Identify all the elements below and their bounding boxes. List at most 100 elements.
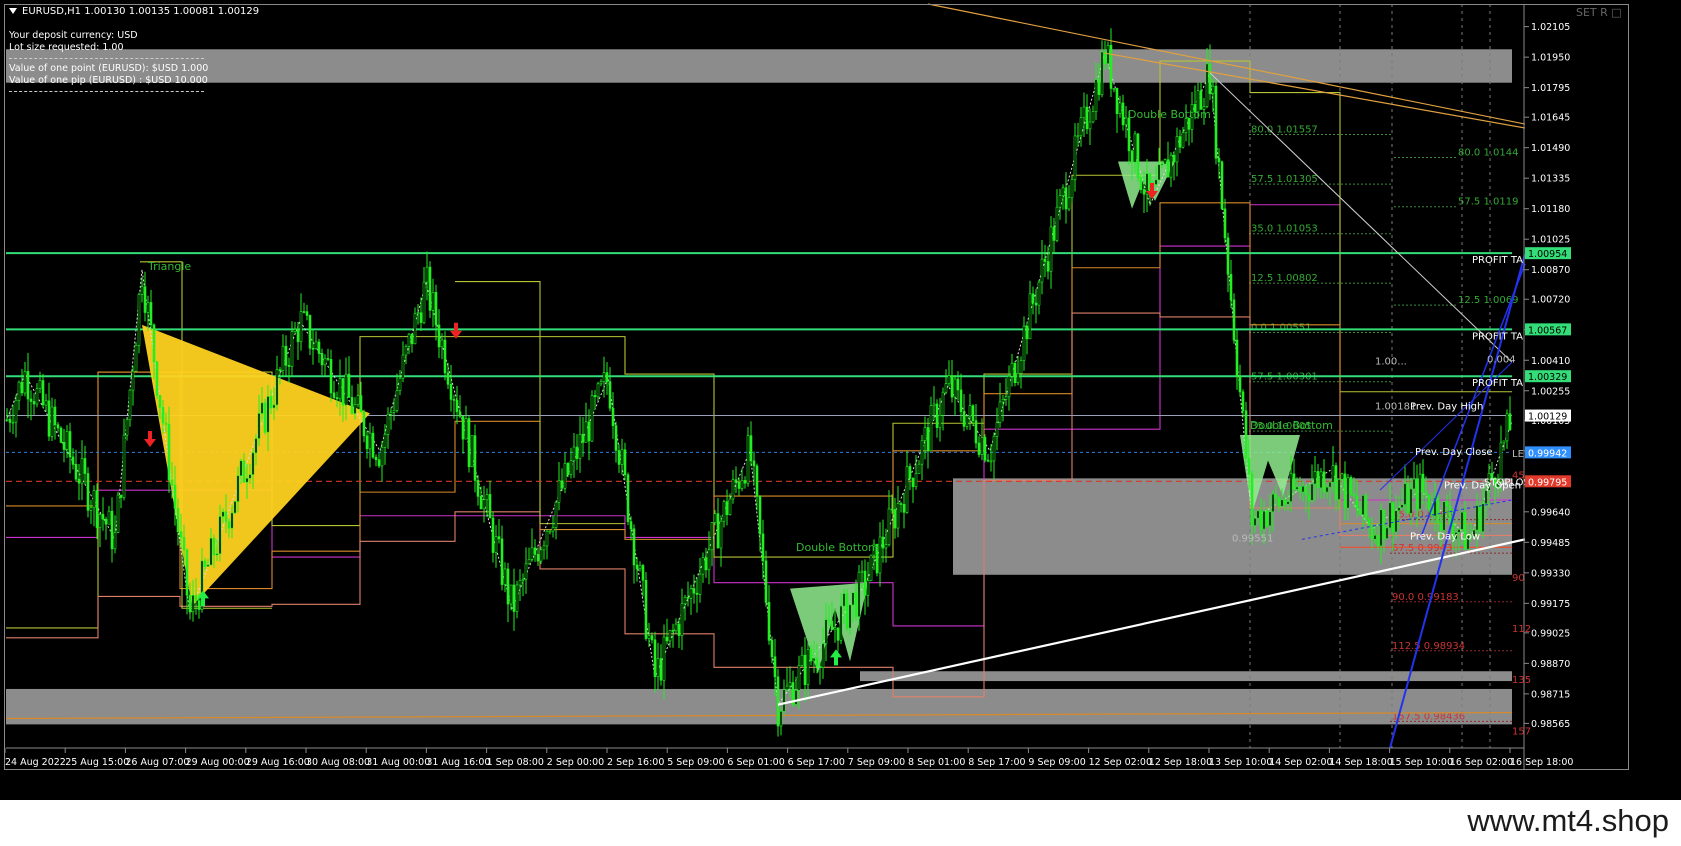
candle-body — [1271, 493, 1275, 513]
candle-body — [722, 501, 726, 522]
candle-body — [320, 353, 324, 366]
candle-body — [1505, 413, 1509, 442]
candle-body — [332, 392, 336, 398]
candle-body — [176, 508, 180, 532]
fib-level-label: 80.0 1.0144 — [1458, 148, 1518, 159]
candle-body — [1067, 197, 1071, 210]
candle-body — [1358, 508, 1362, 516]
candle-body — [548, 530, 552, 533]
candle-body — [1109, 45, 1113, 89]
candle-body — [806, 648, 810, 685]
chart-annotation: 90 — [1512, 573, 1525, 584]
candle-body — [1373, 535, 1377, 540]
candle-body — [896, 503, 900, 529]
candle-body — [1478, 505, 1482, 532]
candle-body — [926, 427, 930, 452]
candle-body — [1370, 525, 1374, 540]
candle-body — [461, 416, 465, 440]
candle-body — [1013, 362, 1017, 384]
price-tick-label: 1.01490 — [1531, 143, 1570, 154]
candle-body — [392, 410, 396, 413]
candle-body — [737, 481, 741, 489]
candle-body — [1019, 360, 1023, 374]
candle-body — [623, 449, 627, 476]
fib-level-label: 0.0 1.00551 — [1251, 323, 1311, 334]
price-chart[interactable]: 80.0 1.01557 57.5 1.01305 35.0 1.01053 12.5… — [0, 0, 1681, 800]
candle-body — [626, 474, 630, 522]
candle-body — [584, 421, 588, 443]
candle-body — [1415, 478, 1419, 510]
candle-body — [233, 501, 237, 514]
candle-body — [995, 422, 999, 437]
time-tick-label: 5 Sep 09:00 — [667, 757, 724, 768]
candle-body — [374, 456, 378, 461]
candle-body — [794, 690, 798, 705]
candle-body — [1097, 79, 1101, 95]
candle-body — [1436, 497, 1440, 524]
candle-body — [512, 584, 516, 612]
time-tick-label: 31 Aug 16:00 — [426, 757, 490, 768]
time-tick-label: 6 Sep 17:00 — [788, 757, 845, 768]
candle-body — [341, 378, 345, 406]
candle-body — [1055, 206, 1059, 241]
candle-body — [485, 494, 489, 501]
candle-body — [575, 446, 579, 459]
candle-body — [137, 294, 141, 346]
candle-body — [1481, 503, 1485, 532]
chart-annotation: 157 — [1512, 726, 1531, 737]
candle-body — [818, 666, 822, 668]
candle-body — [800, 654, 804, 666]
deposit-currency: Your deposit currency: USD — [9, 30, 138, 41]
info-divider — [9, 58, 204, 59]
candle-body — [101, 514, 105, 520]
candle-body — [146, 302, 150, 313]
candle-body — [620, 449, 624, 465]
dropdown-triangle-icon[interactable] — [9, 8, 17, 14]
candle-body — [554, 501, 558, 528]
candle-body — [1100, 51, 1104, 95]
candle-body — [431, 292, 435, 311]
candle-body — [518, 579, 522, 586]
candle-body — [899, 503, 903, 505]
candle-body — [209, 537, 213, 566]
candle-body — [1070, 179, 1074, 199]
candle-body — [47, 400, 51, 437]
candle-body — [113, 532, 117, 550]
candle-body — [971, 405, 975, 421]
candle-body — [599, 381, 603, 385]
candle-body — [419, 312, 423, 323]
candle-body — [44, 400, 48, 406]
candle-body — [23, 371, 27, 394]
candle-body — [560, 480, 564, 489]
set-button[interactable]: SET R □ — [1576, 6, 1622, 19]
candle-body — [98, 514, 102, 528]
candle-body — [776, 676, 780, 727]
candle-body — [1232, 299, 1236, 341]
candle-body — [1178, 136, 1182, 148]
candle-body — [11, 421, 15, 424]
price-tick-label: 0.98715 — [1531, 689, 1570, 700]
candle-body — [1400, 504, 1404, 508]
candle-body — [668, 630, 672, 642]
candle-body — [1079, 117, 1083, 137]
candle-body — [527, 559, 531, 565]
candle-body — [74, 464, 78, 480]
candle-body — [1220, 161, 1224, 210]
candle-body — [965, 415, 969, 427]
candle-body — [1025, 325, 1029, 340]
candle-body — [1124, 117, 1128, 126]
candle-body — [629, 521, 633, 530]
candle-body — [362, 411, 366, 437]
chart-canvas[interactable]: 80.0 1.01557 57.5 1.01305 35.0 1.01053 12.5… — [0, 0, 1681, 800]
price-tick-label: 1.01180 — [1531, 204, 1570, 215]
candle-body — [578, 433, 582, 459]
time-tick-label: 12 Sep 02:00 — [1089, 757, 1152, 768]
candle-body — [974, 420, 978, 444]
price-tick-label: 0.98870 — [1531, 659, 1570, 670]
price-tag-label: 0.99795 — [1528, 477, 1567, 488]
candle-body — [20, 381, 24, 394]
candle-body — [278, 369, 282, 371]
candle-body — [635, 564, 639, 570]
candle-body — [788, 682, 792, 687]
candle-body — [809, 648, 813, 662]
